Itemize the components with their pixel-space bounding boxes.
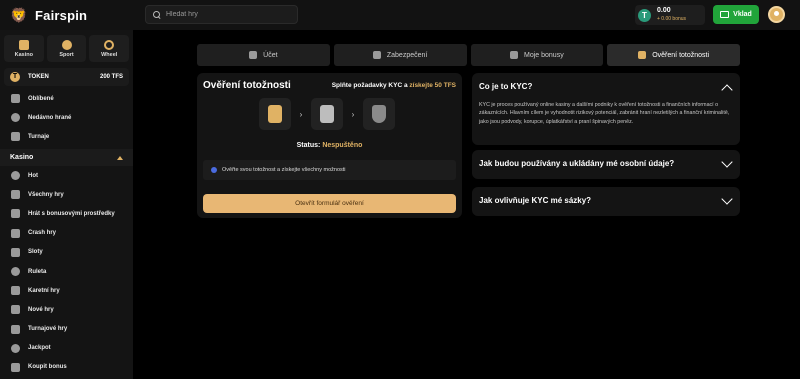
kyc-promo: Splňte požadavky KYC a získejte 50 TFS <box>331 82 456 89</box>
tab-account[interactable]: Účet <box>197 44 330 66</box>
account-tabs: Účet Zabezpečení Moje bonusy Ověření tot… <box>197 44 740 66</box>
jackpot-icon <box>11 343 20 353</box>
balance-amount: 0.00 <box>657 7 671 14</box>
chevron-up-icon <box>117 155 123 160</box>
gift-icon <box>11 209 20 219</box>
new-icon <box>11 305 20 315</box>
search-input[interactable] <box>166 11 296 18</box>
logo[interactable]: 🦁 Fairspin <box>8 5 87 25</box>
dice-icon <box>18 39 29 50</box>
verification-panel: Ověření totožnosti Splňte požadavky KYC … <box>197 73 462 218</box>
sidebar-item-bonus-games[interactable]: Hrát s bonusovými prostředky <box>0 204 133 223</box>
chevron-down-icon[interactable] <box>721 156 733 168</box>
heart-icon <box>11 94 20 103</box>
rocket-icon <box>11 228 20 238</box>
tab-my-bonuses[interactable]: Moje bonusy <box>470 44 604 66</box>
lock-icon <box>372 51 381 59</box>
open-verification-form-button[interactable]: Otevřít formulář ověření <box>203 194 456 213</box>
bonus-amount: + 0.00 bonus <box>657 16 687 22</box>
shield-check-icon <box>372 105 386 123</box>
info-dot-icon <box>211 167 217 173</box>
faq-answer: KYC je proces používaný online kasiny a … <box>479 102 730 125</box>
roulette-icon <box>11 267 20 277</box>
token-icon: T <box>638 8 651 22</box>
faq-question: Jak ovlivňuje KYC mé sázky? <box>479 196 592 205</box>
status-value: Nespuštěno <box>322 142 363 149</box>
search-box[interactable] <box>145 5 298 24</box>
tab-security[interactable]: Zabezpečení <box>333 44 467 66</box>
faq-question: Co je to KYC? <box>479 82 533 91</box>
step-biometric <box>311 98 343 130</box>
faq-item-what-is-kyc[interactable]: Co je to KYC? KYC je proces používaný on… <box>472 73 740 145</box>
section-kasino[interactable]: Kasino <box>0 149 133 166</box>
tab-identity-verification[interactable]: Ověření totožnosti <box>607 44 740 66</box>
deposit-button[interactable]: Vklad <box>713 5 759 24</box>
box-icon <box>510 51 519 59</box>
wallet-balance[interactable]: T 0.00 + 0.00 bonus <box>635 5 705 25</box>
sidebar-item-recent[interactable]: Nedávno hrané <box>0 108 133 127</box>
sidebar-item-card-games[interactable]: Karetní hry <box>0 281 133 300</box>
verification-info: Ověřte svou totožnost a získejte všechny… <box>203 160 456 180</box>
grid-icon <box>11 190 20 200</box>
verification-steps: › › <box>259 98 395 130</box>
chevron-up-icon[interactable] <box>721 84 733 96</box>
sidebar-item-all-games[interactable]: Všechny hry <box>0 185 133 204</box>
faq-item-personal-data[interactable]: Jak budou používány a ukládány mé osobní… <box>472 150 740 179</box>
verification-title: Ověření totožnosti <box>203 80 291 91</box>
sidebar: Kasino Sport Wheel T TOKEN 200 TFS Oblíb… <box>0 30 133 379</box>
ball-icon <box>61 39 72 50</box>
chevron-right-icon: › <box>351 109 355 119</box>
sidebar-item-hot[interactable]: Hot <box>0 166 133 185</box>
tfs-token-icon: T <box>10 72 20 82</box>
category-wheel[interactable]: Wheel <box>89 35 130 62</box>
top-bar: 🦁 Fairspin T 0.00 + 0.00 bonus Vklad <box>0 0 800 30</box>
sidebar-item-crash[interactable]: Crash hry <box>0 224 133 243</box>
category-kasino[interactable]: Kasino <box>4 35 44 62</box>
lion-logo-icon: 🦁 <box>10 7 28 23</box>
fingerprint-icon <box>320 105 334 123</box>
search-icon <box>152 10 162 20</box>
trophy-icon <box>11 324 20 334</box>
shield-icon <box>638 51 647 59</box>
sidebar-item-slots[interactable]: Sloty <box>0 243 133 262</box>
step-verified <box>363 98 395 130</box>
fire-icon <box>11 171 20 181</box>
sidebar-item-jackpot[interactable]: Jackpot <box>0 339 133 358</box>
sidebar-item-new-games[interactable]: Nové hry <box>0 300 133 319</box>
cart-icon <box>11 362 20 372</box>
wheel-icon <box>104 39 115 50</box>
user-icon <box>249 51 258 59</box>
chevron-down-icon[interactable] <box>721 193 733 205</box>
sidebar-item-tournaments[interactable]: Turnaje <box>0 127 133 146</box>
cards-icon <box>11 286 20 296</box>
wallet-icon <box>720 11 730 18</box>
sidebar-item-tournament-games[interactable]: Turnajové hry <box>0 320 133 339</box>
category-sport[interactable]: Sport <box>46 35 87 62</box>
slot-icon <box>11 247 20 257</box>
trophy-icon <box>11 132 20 141</box>
sidebar-item-buy-bonus[interactable]: Koupit bonus <box>0 358 133 377</box>
token-balance[interactable]: T TOKEN 200 TFS <box>4 68 129 86</box>
faq-item-kyc-bets[interactable]: Jak ovlivňuje KYC mé sázky? <box>472 187 740 216</box>
sidebar-item-favorites[interactable]: Oblíbené <box>0 89 133 108</box>
avatar[interactable] <box>768 6 785 23</box>
sidebar-item-roulette[interactable]: Ruleta <box>0 262 133 281</box>
deposit-label: Vklad <box>733 11 752 18</box>
history-icon <box>11 113 20 122</box>
faq-question: Jak budou používány a ukládány mé osobní… <box>479 159 675 168</box>
step-document <box>259 98 291 130</box>
passport-icon <box>268 105 282 123</box>
verification-status: Status: Nespuštěno <box>296 142 363 149</box>
chevron-right-icon: › <box>299 109 303 119</box>
brand-name: Fairspin <box>35 7 88 23</box>
category-switcher: Kasino Sport Wheel <box>0 30 133 62</box>
